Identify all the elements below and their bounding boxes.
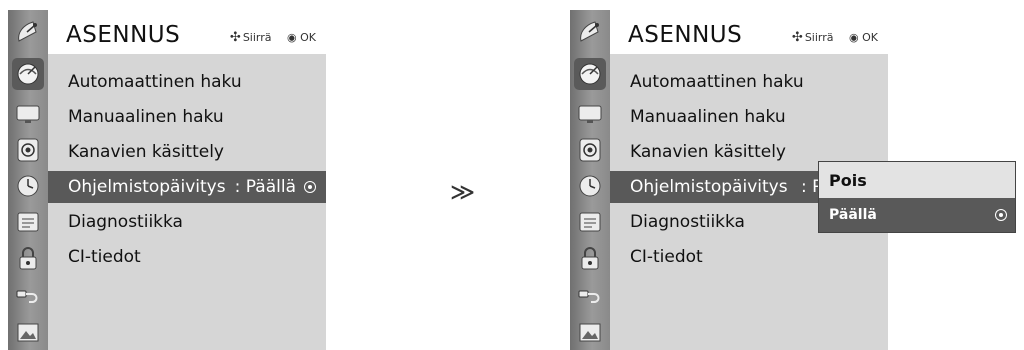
menu-item-label: Manuaalinen haku [630,107,786,127]
software-update-value: : Päällä [234,177,296,197]
audio-icon[interactable] [574,134,606,166]
input-icon[interactable] [574,278,606,310]
move-arrows-icon: ✣ [791,30,803,45]
picture-icon[interactable] [12,98,44,130]
category-sidebar [570,10,610,350]
enter-icon [304,181,316,193]
time-icon[interactable] [574,170,606,202]
media-icon[interactable] [12,316,44,348]
key-hints: ✣ Siirrä ◉ OK [230,30,316,45]
menu-item-manual-tuning[interactable]: Manuaalinen haku [610,101,888,133]
move-hint-label: Siirrä [804,31,834,44]
popup-option-label: Pois [829,171,867,190]
input-icon[interactable] [12,278,44,310]
setup-satellite-icon[interactable] [12,58,44,90]
menu-item-label: Automaattinen haku [630,72,804,92]
popup-option-label: Päällä [829,207,877,223]
selected-radio-icon [995,209,1007,221]
ok-hint-label: OK [300,31,316,44]
setup-satellite-icon[interactable] [574,16,606,48]
option-icon[interactable] [574,206,606,238]
menu-item-diagnostics[interactable]: Diagnostiikka [48,206,326,238]
menu-item-label: Kanavien käsittely [630,142,786,162]
software-update-popup: Pois Päällä [818,161,1016,233]
media-icon[interactable] [574,316,606,348]
ok-hint: ◉ OK [849,31,878,44]
menu-item-auto-tuning[interactable]: Automaattinen haku [610,66,888,98]
menu-item-label: Ohjelmistopäivitys [68,177,226,197]
menu-item-label: Manuaalinen haku [68,107,224,127]
key-hints: ✣ Siirrä ◉ OK [792,30,878,45]
ok-hint: ◉ OK [287,31,316,44]
menu-header: ASENNUS ✣ Siirrä ◉ OK [610,10,888,54]
menu-item-label: Kanavien käsittely [68,142,224,162]
setup-menu-panel-before: ASENNUS ✣ Siirrä ◉ OK Automaattinen haku … [8,10,326,350]
popup-option-on[interactable]: Päällä [819,198,1015,232]
setup-satellite-icon[interactable] [12,16,44,48]
ok-hint-label: OK [862,31,878,44]
step-arrow-icon: ≫ [450,178,476,206]
menu-item-label: Diagnostiikka [630,212,745,232]
audio-icon[interactable] [12,134,44,166]
setup-menu: ASENNUS ✣ Siirrä ◉ OK Automaattinen haku … [48,10,326,350]
category-sidebar [8,10,48,350]
menu-item-label: CI-tiedot [630,247,703,267]
menu-item-ci-information[interactable]: CI-tiedot [48,241,326,273]
menu-item-label: Ohjelmistopäivitys [630,177,788,197]
option-icon[interactable] [12,206,44,238]
setup-satellite-icon[interactable] [574,58,606,90]
picture-icon[interactable] [574,98,606,130]
menu-item-channel-edit[interactable]: Kanavien käsittely [48,136,326,168]
menu-title: ASENNUS [628,22,743,48]
menu-item-auto-tuning[interactable]: Automaattinen haku [48,66,326,98]
move-hint-label: Siirrä [242,31,272,44]
menu-item-software-update[interactable]: Ohjelmistopäivitys : Päällä [48,171,326,203]
menu-item-label: CI-tiedot [68,247,141,267]
move-arrows-icon: ✣ [229,30,241,45]
menu-item-label: Diagnostiikka [68,212,183,232]
popup-option-off[interactable]: Pois [819,164,1015,198]
lock-icon[interactable] [574,242,606,274]
lock-icon[interactable] [12,242,44,274]
menu-title: ASENNUS [66,22,181,48]
time-icon[interactable] [12,170,44,202]
menu-header: ASENNUS ✣ Siirrä ◉ OK [48,10,326,54]
menu-item-ci-information[interactable]: CI-tiedot [610,241,888,273]
menu-item-manual-tuning[interactable]: Manuaalinen haku [48,101,326,133]
menu-item-label: Automaattinen haku [68,72,242,92]
